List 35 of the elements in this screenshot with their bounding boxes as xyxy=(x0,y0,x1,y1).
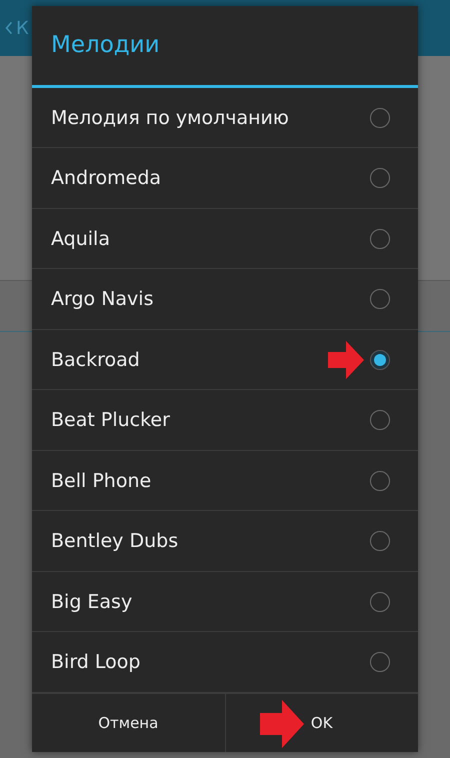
ringtone-item[interactable]: Andromeda xyxy=(32,148,418,209)
dialog-button[interactable]: Отмена xyxy=(32,694,224,752)
dialog-title: Мелодии xyxy=(32,6,418,88)
ringtone-label: Bell Phone xyxy=(51,470,152,492)
radio-button[interactable] xyxy=(370,470,390,491)
ringtone-label: Andromeda xyxy=(51,167,162,190)
ringtone-item[interactable]: Argo Navis xyxy=(32,269,418,330)
ringtone-label: Argo Navis xyxy=(51,288,154,310)
ringtone-label: Bird Loop xyxy=(51,651,140,674)
ringtone-label: Big Easy xyxy=(51,590,132,613)
radio-button[interactable] xyxy=(370,289,390,310)
ringtone-item[interactable]: Aquila xyxy=(32,208,418,270)
dialog-button[interactable]: OK xyxy=(224,694,418,752)
ringtone-label: Backroad xyxy=(51,348,140,371)
ringtone-label: Мелодия по умолчанию xyxy=(51,106,289,129)
ringtone-item[interactable]: Backroad xyxy=(32,330,418,390)
ringtone-item[interactable]: Bird Loop xyxy=(32,632,418,693)
ringtone-item[interactable]: Bell Phone xyxy=(32,450,418,512)
ringtone-item[interactable]: Beat Plucker xyxy=(32,390,418,451)
radio-button[interactable] xyxy=(370,228,390,249)
radio-button[interactable] xyxy=(370,168,390,188)
header-title: К xyxy=(16,18,29,38)
back-chevron-icon[interactable] xyxy=(5,21,13,35)
ringtone-item[interactable]: Bentley Dubs xyxy=(32,511,418,572)
ringtone-item[interactable]: Big Easy xyxy=(32,572,418,632)
radio-button[interactable] xyxy=(370,108,390,128)
ringtone-label: Bentley Dubs xyxy=(51,530,178,552)
ringtone-label: Beat Plucker xyxy=(51,409,170,432)
ringtone-item[interactable]: Мелодия по умолчанию xyxy=(32,88,418,148)
radio-button[interactable] xyxy=(370,410,390,430)
radio-button[interactable] xyxy=(370,652,390,672)
ringtone-label: Aquila xyxy=(51,228,110,250)
radio-button[interactable] xyxy=(370,350,390,370)
radio-button[interactable] xyxy=(370,592,390,612)
radio-button[interactable] xyxy=(370,531,390,552)
